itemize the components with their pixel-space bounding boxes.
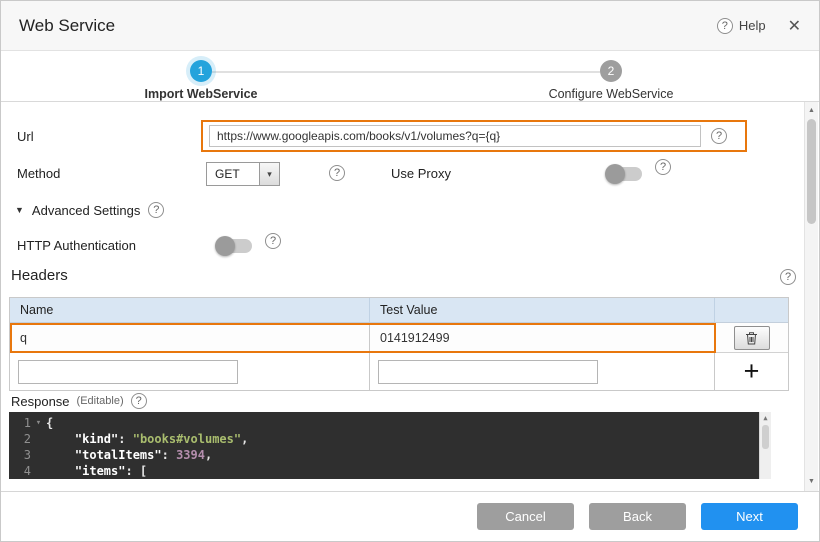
back-button[interactable]: Back — [589, 503, 686, 530]
new-header-value-input[interactable] — [378, 360, 598, 384]
help-icon[interactable]: ? — [655, 159, 671, 175]
headers-table: Name Test Value q 0141912499 + — [9, 297, 789, 391]
delete-header-button[interactable] — [734, 326, 770, 350]
use-proxy-toggle[interactable] — [607, 167, 642, 181]
toggle-knob — [605, 164, 625, 184]
editor-scroll-up-arrow[interactable]: ▲ — [760, 413, 771, 423]
column-header-test-value: Test Value — [370, 298, 715, 322]
header-test-value-cell[interactable]: 0141912499 — [370, 323, 715, 352]
stepper: 1 Import WebService 2 Configure WebServi… — [1, 51, 819, 102]
column-header-actions — [715, 298, 788, 322]
editor-scrollbar[interactable]: ▲ — [759, 412, 771, 479]
toggle-knob — [215, 236, 235, 256]
step-configure-webservice[interactable]: 2 Configure WebService — [531, 60, 691, 101]
http-auth-toggle[interactable] — [217, 239, 252, 253]
help-icon[interactable]: ? — [329, 165, 345, 181]
step-1-circle: 1 — [190, 60, 212, 82]
table-header-row: Name Test Value — [10, 298, 788, 323]
url-field-highlight: ? — [201, 120, 747, 152]
help-icon[interactable]: ? — [148, 202, 164, 218]
vertical-scrollbar[interactable]: ▲ ▼ — [804, 102, 818, 491]
step-import-webservice[interactable]: 1 Import WebService — [121, 60, 281, 101]
table-row: q 0141912499 — [10, 323, 788, 353]
response-editor[interactable]: 1▾{2 "kind": "books#volumes",3 "totalIte… — [9, 412, 771, 479]
help-icon[interactable]: ? — [131, 393, 147, 409]
scroll-thumb[interactable] — [807, 119, 816, 224]
window-title: Web Service — [19, 16, 115, 36]
help-icon[interactable]: ? — [711, 128, 727, 144]
method-label: Method — [17, 166, 60, 181]
close-icon[interactable]: ✕ — [788, 16, 801, 36]
new-header-name — [10, 353, 370, 390]
step-1-label: Import WebService — [121, 87, 281, 101]
help-icon[interactable]: ? — [780, 269, 796, 285]
http-auth-label: HTTP Authentication — [17, 238, 136, 253]
column-header-name: Name — [10, 298, 370, 322]
add-header-button[interactable]: + — [744, 358, 760, 385]
cancel-button[interactable]: Cancel — [477, 503, 574, 530]
editor-scroll-thumb[interactable] — [762, 425, 769, 449]
table-row: + — [10, 353, 788, 390]
footer: Cancel Back Next — [1, 491, 819, 541]
help-icon: ? — [717, 18, 733, 34]
url-label: Url — [17, 129, 34, 144]
method-selected-value: GET — [207, 167, 259, 181]
response-label-row: Response (Editable) ? — [11, 393, 147, 409]
help-label: Help — [739, 18, 766, 33]
step-2-label: Configure WebService — [531, 87, 691, 101]
help-icon[interactable]: ? — [265, 233, 281, 249]
response-label: Response — [11, 394, 70, 409]
collapse-arrow-icon: ▼ — [15, 205, 24, 215]
header-name-cell[interactable]: q — [10, 323, 370, 352]
titlebar-actions: ? Help ✕ — [717, 16, 801, 36]
method-select[interactable]: GET ▾ — [206, 162, 280, 186]
chevron-down-icon: ▾ — [259, 163, 279, 185]
titlebar: Web Service ? Help ✕ — [1, 1, 819, 51]
row-actions-cell — [715, 323, 788, 352]
scroll-down-arrow[interactable]: ▼ — [805, 476, 818, 488]
help-button[interactable]: ? Help — [717, 18, 766, 34]
url-input[interactable] — [209, 125, 701, 147]
use-proxy-label: Use Proxy — [391, 166, 451, 181]
code-lines: 1▾{2 "kind": "books#volumes",3 "totalIte… — [9, 415, 771, 479]
advanced-settings-toggle[interactable]: ▼ Advanced Settings ? — [15, 202, 164, 218]
step-2-circle: 2 — [600, 60, 622, 82]
next-button[interactable]: Next — [701, 503, 798, 530]
new-header-value — [370, 353, 715, 390]
new-header-name-input[interactable] — [18, 360, 238, 384]
advanced-settings-label: Advanced Settings — [32, 203, 140, 218]
row-actions-cell: + — [715, 353, 788, 390]
trash-icon — [745, 331, 758, 345]
headers-section-title: Headers — [11, 267, 68, 284]
code-line: 2 "kind": "books#volumes", — [9, 431, 771, 447]
code-line: 4 "items": [ — [9, 463, 771, 479]
code-line: 3 "totalItems": 3394, — [9, 447, 771, 463]
response-editable-suffix: (Editable) — [77, 395, 124, 407]
code-line: 1▾{ — [9, 415, 771, 431]
scroll-up-arrow[interactable]: ▲ — [805, 105, 818, 117]
